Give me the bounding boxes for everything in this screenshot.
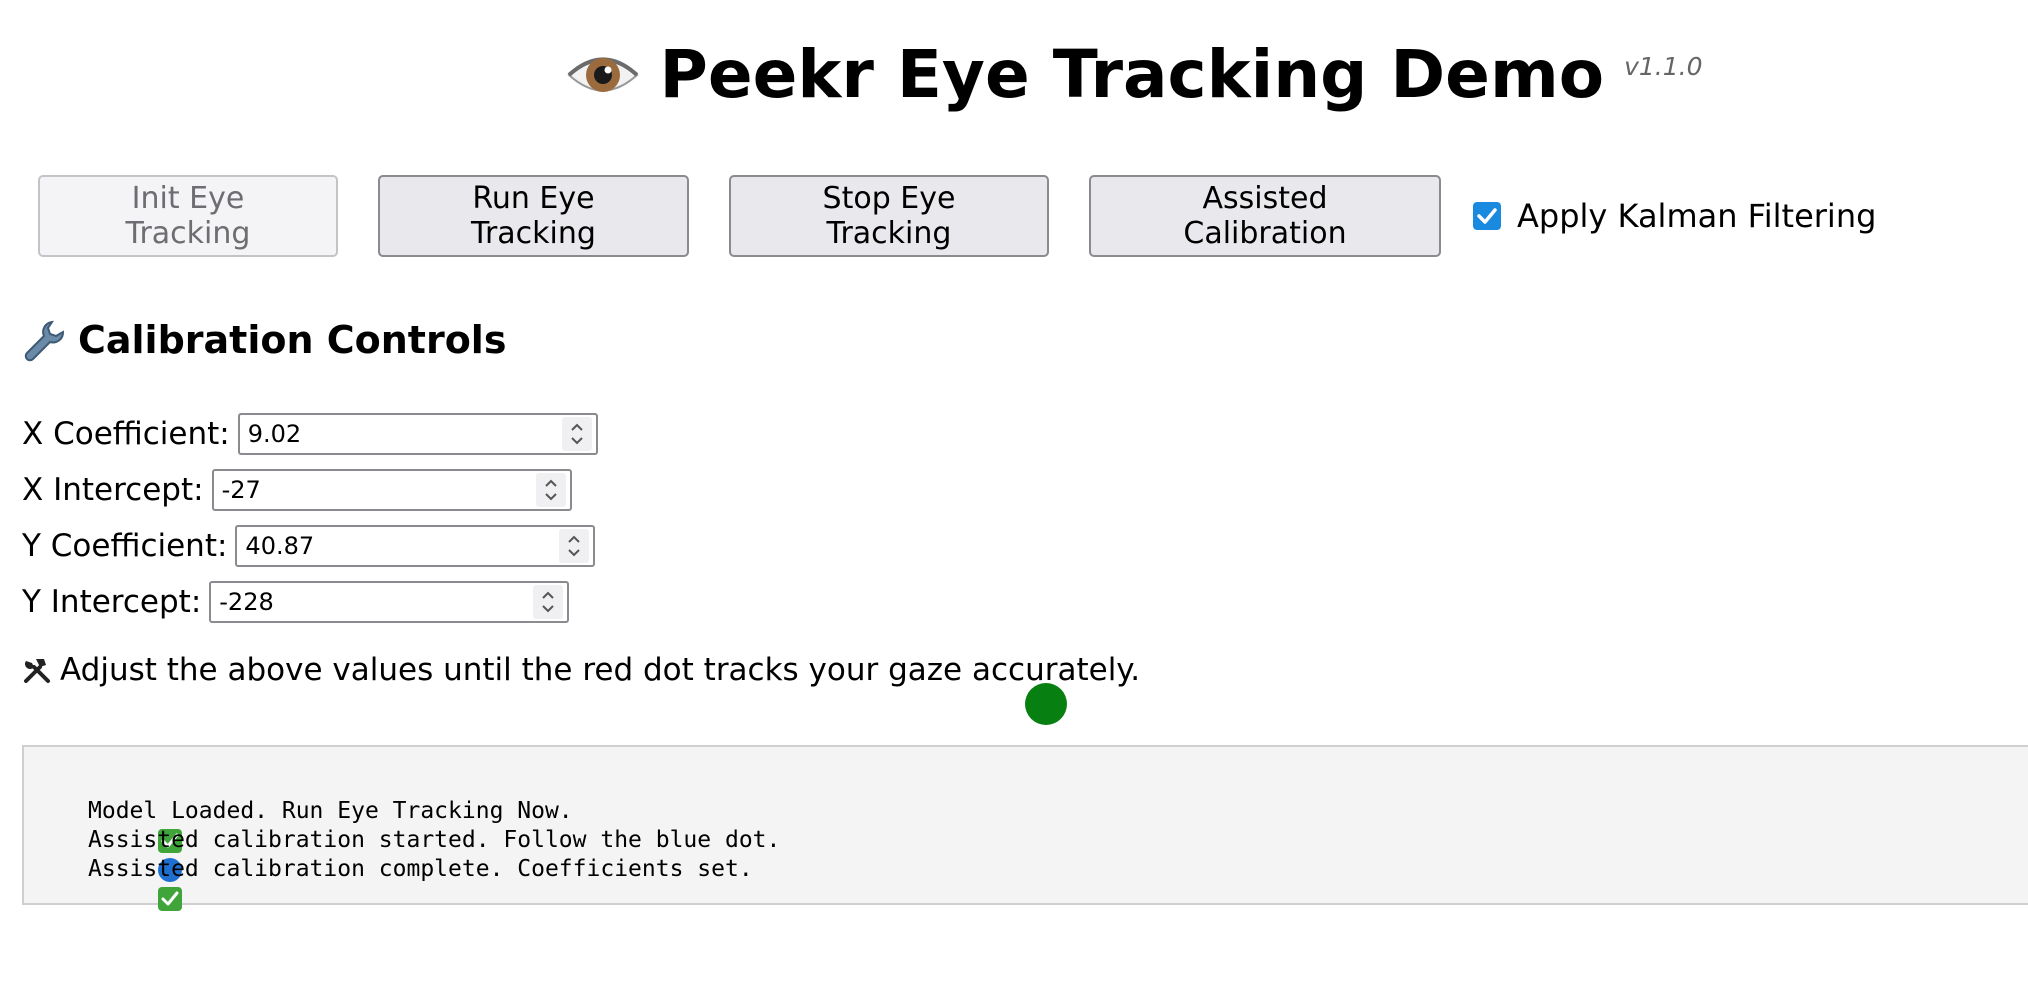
calibration-hint: Adjust the above values until the red do… xyxy=(22,652,1140,688)
log-text: Assisted calibration complete. Coefficie… xyxy=(88,856,753,882)
blue-circle-icon xyxy=(46,828,182,882)
y-intercept-label: Y Intercept: xyxy=(22,584,202,620)
toolbar: Init Eye Tracking Run Eye Tracking Stop … xyxy=(38,175,1876,257)
init-eye-tracking-button[interactable]: Init Eye Tracking xyxy=(38,175,338,257)
header: Peekr Eye Tracking Demo v1.1.0 xyxy=(0,38,2028,112)
spinner-icon[interactable] xyxy=(559,529,590,563)
calibration-controls: X Coefficient: 9.02 X Intercept: -27 Y C… xyxy=(22,406,598,630)
y-coefficient-label: Y Coefficient: xyxy=(22,528,228,564)
x-intercept-input[interactable]: -27 xyxy=(211,469,572,511)
kalman-filter-toggle[interactable]: Apply Kalman Filtering xyxy=(1473,197,1876,235)
log-line: Assisted calibration started. Follow the… xyxy=(46,826,2028,882)
stop-eye-tracking-button[interactable]: Stop Eye Tracking xyxy=(729,175,1049,257)
spinner-icon[interactable] xyxy=(533,585,564,619)
gaze-dot xyxy=(1025,683,1067,725)
x-coefficient-row: X Coefficient: 9.02 xyxy=(22,406,598,462)
status-log: Model Loaded. Run Eye Tracking Now. Assi… xyxy=(22,745,2028,911)
spinner-icon[interactable] xyxy=(535,473,566,507)
page-title: Peekr Eye Tracking Demo xyxy=(659,36,1605,113)
kalman-label: Apply Kalman Filtering xyxy=(1517,197,1877,235)
y-coefficient-value: 40.87 xyxy=(245,532,315,560)
version-label: v1.1.0 xyxy=(1624,52,1703,81)
log-text: Model Loaded. Run Eye Tracking Now. xyxy=(88,798,573,824)
x-coefficient-value: 9.02 xyxy=(247,420,302,448)
spinner-icon[interactable] xyxy=(561,417,592,451)
wrench-icon xyxy=(22,318,66,362)
x-intercept-value: -27 xyxy=(221,476,261,504)
y-intercept-input[interactable]: -228 xyxy=(209,581,570,623)
tools-icon xyxy=(22,655,52,685)
x-intercept-row: X Intercept: -27 xyxy=(22,462,598,518)
page: Peekr Eye Tracking Demo v1.1.0 Init Eye … xyxy=(0,0,2028,986)
eye-icon xyxy=(566,38,640,112)
run-eye-tracking-button[interactable]: Run Eye Tracking xyxy=(378,175,689,257)
y-coefficient-input[interactable]: 40.87 xyxy=(235,525,596,567)
title-group: Peekr Eye Tracking Demo v1.1.0 xyxy=(566,36,1703,113)
calibration-section-title: Calibration Controls xyxy=(22,318,506,362)
log-line: Model Loaded. Run Eye Tracking Now. xyxy=(46,797,2028,853)
x-intercept-label: X Intercept: xyxy=(22,472,204,508)
check-icon xyxy=(46,857,182,911)
log-line: Assisted calibration complete. Coefficie… xyxy=(46,855,2028,911)
check-icon xyxy=(46,799,182,853)
y-intercept-value: -228 xyxy=(219,588,274,616)
kalman-checkbox[interactable] xyxy=(1473,202,1501,230)
calibration-title: Calibration Controls xyxy=(78,318,507,362)
log-text: Assisted calibration started. Follow the… xyxy=(88,827,781,853)
y-intercept-row: Y Intercept: -228 xyxy=(22,574,598,630)
assisted-calibration-button[interactable]: Assisted Calibration xyxy=(1089,175,1441,257)
calibration-hint-text: Adjust the above values until the red do… xyxy=(60,652,1141,688)
x-coefficient-input[interactable]: 9.02 xyxy=(237,413,598,455)
y-coefficient-row: Y Coefficient: 40.87 xyxy=(22,518,598,574)
x-coefficient-label: X Coefficient: xyxy=(22,416,230,452)
